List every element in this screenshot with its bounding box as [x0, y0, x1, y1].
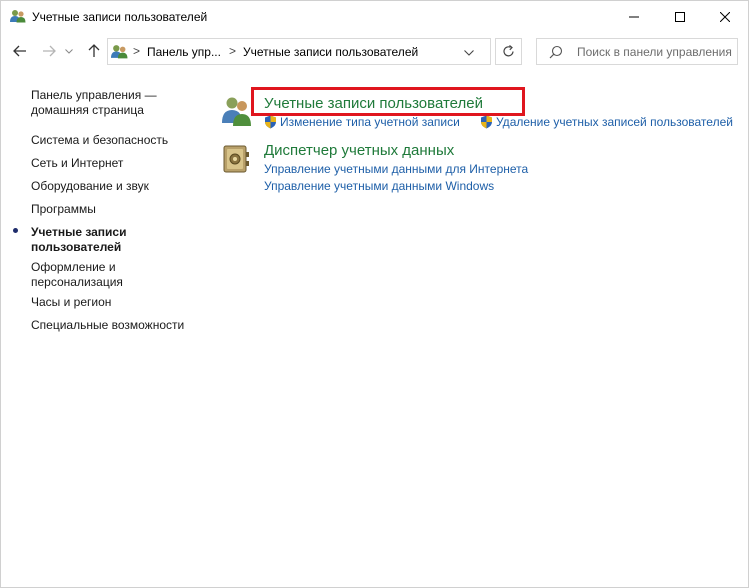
link-web-credentials[interactable]: Управление учетными данными для Интернет… [264, 162, 528, 176]
breadcrumb-separator: > [133, 44, 141, 58]
sidebar-item-clock-region[interactable]: Часы и регион [31, 295, 196, 310]
window-title: Учетные записи пользователей [32, 10, 208, 24]
sidebar-item-label: Учетные записи [31, 225, 127, 239]
arrow-left-icon [13, 45, 26, 57]
link-remove-user-accounts[interactable]: Удаление учетных записей пользователей [496, 115, 733, 129]
uac-shield-icon [480, 115, 493, 129]
chevron-down-icon [65, 48, 73, 54]
search-box[interactable]: Поиск в панели управления [536, 38, 738, 65]
sidebar-item-system-security[interactable]: Система и безопасность [31, 133, 196, 148]
up-button[interactable] [84, 41, 104, 61]
sidebar-item-label: Оформление и [31, 260, 116, 274]
highlight-annotation [251, 87, 525, 116]
address-dropdown-button[interactable] [464, 45, 478, 59]
search-placeholder: Поиск в панели управления [577, 45, 732, 59]
search-icon [549, 45, 563, 62]
uac-shield-icon [264, 115, 277, 129]
sidebar-item-hardware[interactable]: Оборудование и звук [31, 179, 196, 194]
maximize-icon [675, 11, 685, 22]
sidebar-item-label: пользователей [31, 240, 122, 254]
link-change-account-type[interactable]: Изменение типа учетной записи [280, 115, 460, 129]
minimize-button[interactable] [611, 1, 657, 32]
sidebar-item-label: персонализация [31, 275, 123, 289]
maximize-button[interactable] [657, 1, 703, 32]
recent-locations-button[interactable] [62, 41, 76, 61]
address-bar[interactable]: > Панель упр... > Учетные записи пользов… [107, 38, 491, 65]
active-item-bullet [13, 228, 18, 233]
sidebar-item-programs[interactable]: Программы [31, 202, 196, 217]
control-panel-window: Учетные записи пользователей > Панель уп… [0, 0, 749, 588]
users-icon [221, 95, 253, 130]
back-button[interactable] [10, 41, 30, 61]
sidebar-item-home[interactable]: Панель управления — домашняя страница [31, 88, 196, 118]
forward-button[interactable] [39, 41, 59, 61]
sidebar-item-network[interactable]: Сеть и Интернет [31, 156, 196, 171]
sidebar-item-accessibility[interactable]: Специальные возможности [31, 318, 196, 333]
close-button[interactable] [702, 1, 748, 32]
close-icon [720, 11, 730, 22]
breadcrumb-control-panel[interactable]: Панель упр... [147, 45, 221, 59]
chevron-down-icon [464, 50, 474, 56]
navigation-bar: > Панель упр... > Учетные записи пользов… [1, 32, 748, 72]
sidebar-item-label: домашняя страница [31, 103, 144, 117]
credential-manager-icon [222, 144, 250, 177]
sidebar-item-user-accounts[interactable]: Учетные записи пользователей [31, 225, 196, 255]
refresh-icon [503, 45, 514, 57]
link-windows-credentials[interactable]: Управление учетными данными Windows [264, 179, 494, 193]
users-folder-icon [111, 44, 128, 59]
sidebar-item-appearance[interactable]: Оформление и персонализация [31, 260, 196, 290]
breadcrumb-user-accounts[interactable]: Учетные записи пользователей [243, 45, 418, 59]
arrow-right-icon [43, 45, 56, 57]
title-bar: Учетные записи пользователей [1, 1, 748, 32]
sidebar-item-label: Панель управления — [31, 88, 157, 102]
arrow-up-icon [88, 44, 100, 57]
refresh-button[interactable] [495, 38, 522, 65]
category-title-credential-manager[interactable]: Диспетчер учетных данных [264, 142, 454, 159]
minimize-icon [629, 16, 639, 17]
breadcrumb-separator: > [229, 44, 237, 58]
users-app-icon [10, 9, 26, 23]
